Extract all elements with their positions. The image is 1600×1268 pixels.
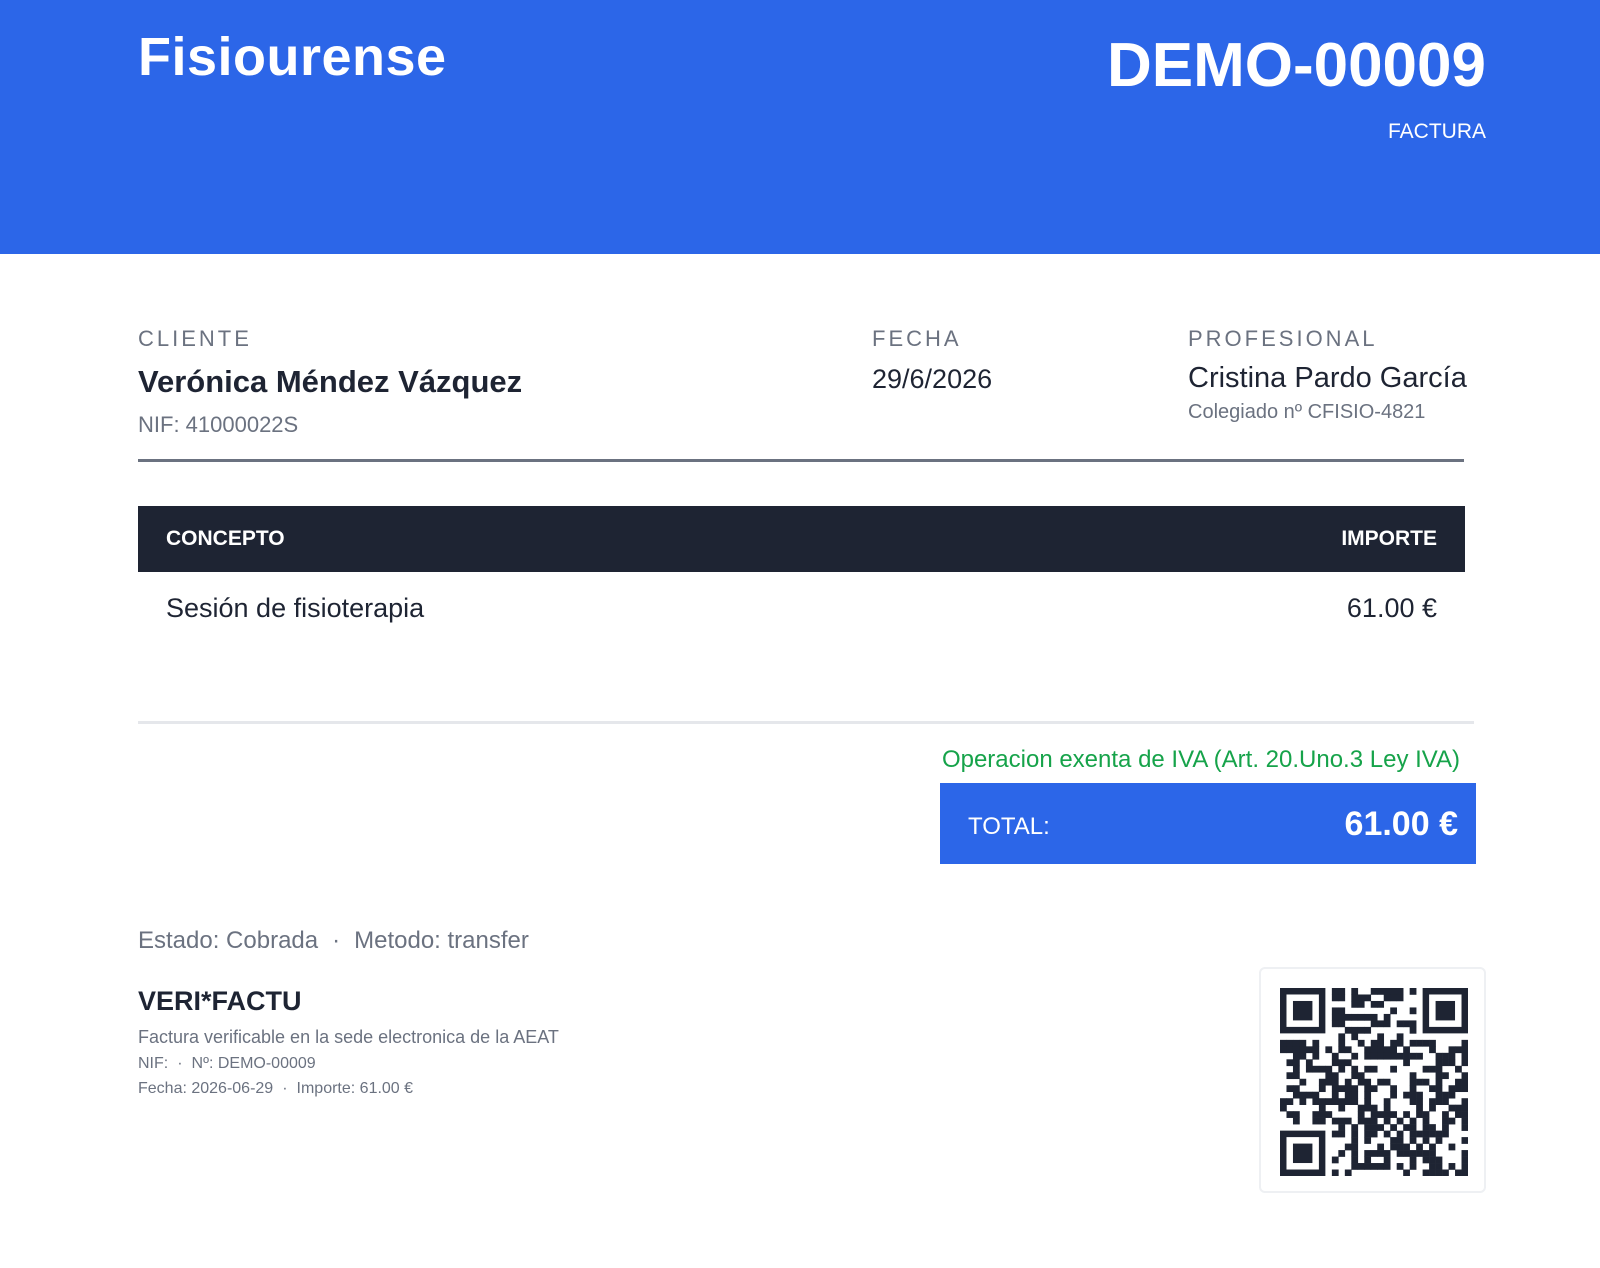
- client-label: CLIENTE: [138, 326, 252, 351]
- verifactu-date: Fecha: 2026-06-29: [138, 1080, 274, 1097]
- total-box: TOTAL: 61.00 €: [940, 783, 1476, 864]
- invoice-date: 29/6/2026: [872, 364, 993, 394]
- invoice-number: DEMO-00009: [1106, 31, 1486, 100]
- items-divider: [138, 721, 1474, 724]
- row-concepto: Sesión de fisioterapia: [166, 593, 425, 623]
- total-value: 61.00 €: [1344, 805, 1458, 843]
- professional-label: PROFESIONAL: [1188, 326, 1378, 351]
- verifactu-amount: Importe: 61.00 €: [296, 1080, 414, 1097]
- qr-code-frame: [1259, 967, 1486, 1193]
- verifactu-description: Factura verificable en la sede electroni…: [138, 1027, 559, 1047]
- row-importe: 61.00 €: [1346, 593, 1437, 623]
- column-header-importe: IMPORTE: [1341, 527, 1437, 550]
- invoice-type: FACTURA: [1387, 120, 1486, 143]
- professional-block: PROFESIONAL Cristina Pardo García Colegi…: [1188, 326, 1468, 424]
- date-label: FECHA: [872, 326, 962, 351]
- payment-method: Metodo: transfer: [354, 927, 529, 954]
- client-name: Verónica Méndez Vázquez: [138, 364, 523, 399]
- invoice-header: Fisiourense DEMO-00009 FACTURA: [0, 0, 1600, 254]
- verifactu-ids: NIF: · Nº: DEMO-00009: [138, 1055, 316, 1073]
- status-text: Estado: Cobrada: [138, 927, 319, 954]
- table-row: Sesión de fisioterapia 61.00 €: [138, 590, 1465, 630]
- items-table-header: CONCEPTO IMPORTE: [138, 506, 1465, 572]
- verifactu-title: VERI*FACTU: [138, 986, 302, 1016]
- verifactu-separator: ·: [177, 1055, 183, 1072]
- client-block: CLIENTE Verónica Méndez Vázquez NIF: 410…: [138, 326, 522, 438]
- payment-status: Estado: Cobrada · Metodo: transfer: [138, 927, 529, 955]
- brand-name: Fisiourense: [138, 27, 447, 87]
- professional-license: Colegiado nº CFISIO-4821: [1188, 401, 1426, 423]
- status-separator: ·: [332, 927, 341, 954]
- verifactu-number: Nº: DEMO-00009: [191, 1055, 316, 1072]
- verifactu-separator: ·: [282, 1080, 288, 1097]
- verifactu-details: Fecha: 2026-06-29 · Importe: 61.00 €: [138, 1080, 413, 1098]
- total-label: TOTAL:: [968, 813, 1050, 840]
- verifactu-nif: NIF:: [138, 1055, 169, 1072]
- client-nif: NIF: 41000022S: [138, 412, 299, 437]
- qr-code-icon: [1280, 988, 1468, 1176]
- vat-exempt-note: Operacion exenta de IVA (Art. 20.Uno.3 L…: [941, 746, 1460, 773]
- column-header-concepto: CONCEPTO: [166, 527, 285, 550]
- professional-name: Cristina Pardo García: [1188, 362, 1467, 394]
- meta-divider: [138, 459, 1464, 462]
- date-block: FECHA 29/6/2026: [872, 326, 992, 395]
